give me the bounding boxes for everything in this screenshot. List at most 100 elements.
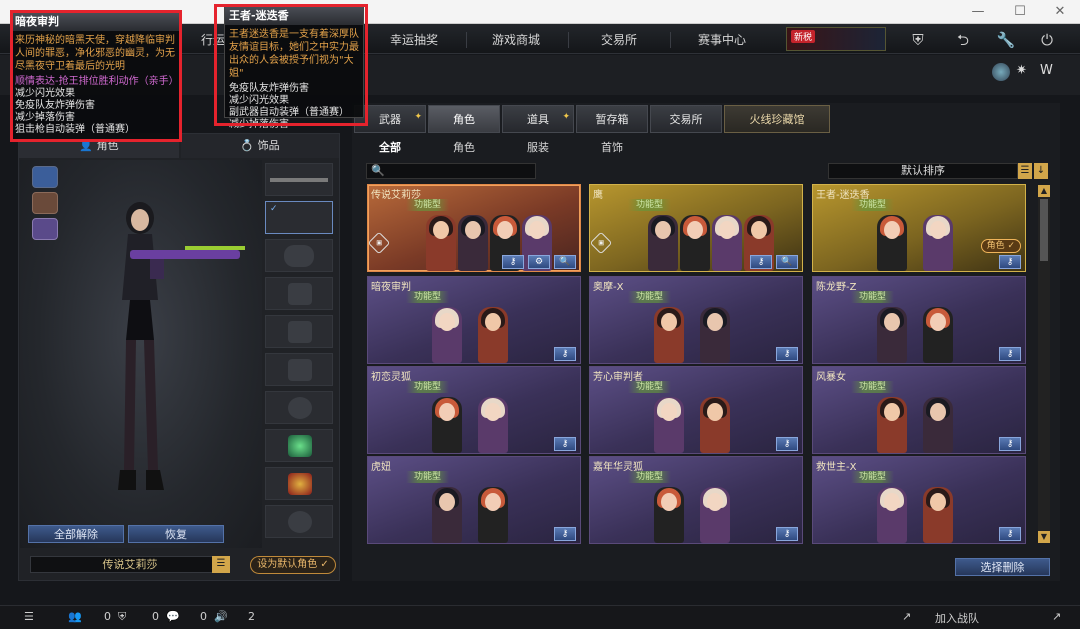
character-portrait (923, 307, 953, 363)
menu-icon[interactable]: ☰ (24, 610, 34, 623)
scroll-thumb[interactable] (1040, 199, 1048, 261)
character-card[interactable]: 陈龙野-Z 功能型 ⚷ (812, 276, 1026, 364)
character-card[interactable]: 虎妞 功能型 ⚷ (367, 456, 581, 544)
tab-storage[interactable]: 暂存箱 (576, 105, 648, 133)
sparkle-icon[interactable]: ✷ (1016, 63, 1034, 81)
rank-diamond-icon: ◈ (368, 231, 391, 255)
slot-red-emblem[interactable] (265, 467, 333, 500)
character-card[interactable]: 王者-迷迭香 功能型 角色 ✓ ⚷ (812, 184, 1026, 272)
search-input[interactable]: 🔍 (366, 163, 536, 179)
maximize-icon[interactable]: ☐ (1010, 4, 1030, 19)
slot-goggles[interactable] (265, 239, 333, 272)
subtab-jewelry[interactable]: 首饰 (588, 138, 636, 158)
tab-accessories[interactable]: 💍 饰品 (181, 134, 339, 158)
set-default-character-button[interactable]: 设为默认角色 ✓ (250, 556, 336, 574)
key-icon[interactable]: ⚷ (554, 527, 576, 541)
nav-events[interactable]: 赛事中心 (684, 29, 760, 51)
character-portrait (458, 215, 488, 271)
character-card[interactable]: 嘉年华灵狐 功能型 ⚷ (589, 456, 803, 544)
search-icon[interactable]: 🔍 (554, 255, 576, 269)
search-icon[interactable]: 🔍 (776, 255, 798, 269)
card-type-tag: 功能型 (851, 381, 895, 393)
wrench-icon[interactable]: 🔧 (994, 28, 1018, 52)
restore-button[interactable]: 恢复 (128, 525, 224, 543)
key-icon[interactable]: ⚷ (554, 347, 576, 361)
subtab-outfits[interactable]: 服装 (514, 138, 562, 158)
character-card[interactable]: 风暴女 功能型 ⚷ (812, 366, 1026, 454)
join-team-button[interactable]: 加入战队 (935, 610, 979, 626)
card-name: 初恋灵狐 (371, 372, 411, 383)
character-portrait (648, 215, 678, 271)
slot-green-emblem[interactable] (265, 429, 333, 462)
key-icon[interactable]: ⚷ (502, 255, 524, 269)
slot-spray[interactable] (265, 505, 333, 538)
subtab-characters[interactable]: 角色 (440, 138, 488, 158)
character-card[interactable]: 救世主-X 功能型 ⚷ (812, 456, 1026, 544)
character-card[interactable]: 初恋灵狐 功能型 ⚷ (367, 366, 581, 454)
shield-count: 0 (152, 610, 159, 623)
ruby-emblem-icon (288, 473, 312, 495)
tab-items[interactable]: 道具 ✦ (502, 105, 574, 133)
scroll-down-icon[interactable]: ▼ (1038, 531, 1050, 543)
character-card[interactable]: 鹰功能型 ◈ ⚷ 🔍 (589, 184, 803, 272)
character-card[interactable]: 芳心审判者 功能型 ⚷ (589, 366, 803, 454)
scroll-up-icon[interactable]: ▲ (1038, 185, 1050, 197)
slot-armor[interactable] (265, 315, 333, 348)
key-icon[interactable]: ⚷ (776, 437, 798, 451)
slot-selected[interactable]: ✓ (265, 201, 333, 234)
sort-direction-icon[interactable]: ↓ (1034, 163, 1048, 179)
spray-icon (288, 511, 312, 533)
key-icon[interactable]: ⚷ (776, 527, 798, 541)
character-card[interactable]: 传说艾莉莎 功能型 ◈ ⚷ ⚙ 🔍 (367, 184, 581, 272)
card-type-tag: 功能型 (628, 471, 672, 483)
key-icon[interactable]: ⚷ (554, 437, 576, 451)
key-icon[interactable]: ⚷ (999, 437, 1021, 451)
rank-diamond-icon: ◈ (590, 231, 613, 255)
close-icon[interactable]: ✕ (1050, 4, 1070, 19)
scrollbar[interactable]: ▲ ▼ (1038, 185, 1050, 543)
power-icon[interactable]: ⏻ (1035, 28, 1059, 52)
list-view-icon[interactable]: ☰ (1018, 163, 1032, 179)
new-dot-icon: ✦ (414, 112, 422, 122)
minimize-icon[interactable]: — (968, 4, 988, 19)
character-card[interactable]: 奥摩-X 功能型 ⚷ (589, 276, 803, 364)
tab-collection[interactable]: 火线珍藏馆 (724, 105, 830, 133)
character-portrait (432, 397, 462, 453)
back-icon[interactable]: ⮌ (951, 28, 975, 52)
promo-banner[interactable]: 新税 (786, 27, 886, 51)
character-name-field: 传说艾莉莎 (30, 556, 230, 573)
slot-head[interactable] (265, 277, 333, 310)
speaker-icon[interactable]: 🔊 (214, 610, 228, 623)
character-portrait (478, 487, 508, 543)
key-icon[interactable]: ⚷ (776, 347, 798, 361)
character-card[interactable]: 暗夜审判 功能型 ⚷ (367, 276, 581, 364)
subtab-all[interactable]: 全部 (366, 138, 414, 158)
tab-exchange[interactable]: 交易所 (650, 105, 722, 133)
sort-select[interactable]: 默认排序 (828, 163, 1018, 179)
key-icon[interactable]: ⚷ (999, 347, 1021, 361)
slot-weapon[interactable] (265, 163, 333, 196)
wing-logo-icon[interactable]: W (1040, 63, 1058, 81)
unequip-all-button[interactable]: 全部解除 (28, 525, 124, 543)
slot-grenade[interactable] (265, 391, 333, 424)
key-icon[interactable]: ⚷ (750, 255, 772, 269)
nav-shop[interactable]: 游戏商城 (478, 29, 554, 51)
key-icon[interactable]: ⚷ (999, 255, 1021, 269)
card-name: 奥摩-X (593, 282, 624, 293)
globe-icon[interactable] (992, 63, 1010, 81)
key-icon[interactable]: ⚷ (999, 527, 1021, 541)
gear-icon[interactable]: ⚙ (528, 255, 550, 269)
tab-characters[interactable]: 角色 (428, 105, 500, 133)
expand-icon[interactable]: ↗ (902, 610, 911, 623)
list-icon[interactable]: ☰ (212, 556, 230, 573)
highlight-box (214, 4, 368, 126)
card-type-tag: 功能型 (851, 199, 895, 211)
nav-lucky-draw[interactable]: 幸运抽奖 (378, 29, 450, 51)
nav-exchange[interactable]: 交易所 (582, 29, 656, 51)
select-delete-button[interactable]: 选择删除 (955, 558, 1050, 576)
rifle-icon (270, 178, 328, 182)
character-portrait (923, 397, 953, 453)
shield-icon[interactable]: ⛨ (906, 28, 930, 52)
expand-icon[interactable]: ↗ (1052, 610, 1061, 623)
slot-bag[interactable] (265, 353, 333, 386)
